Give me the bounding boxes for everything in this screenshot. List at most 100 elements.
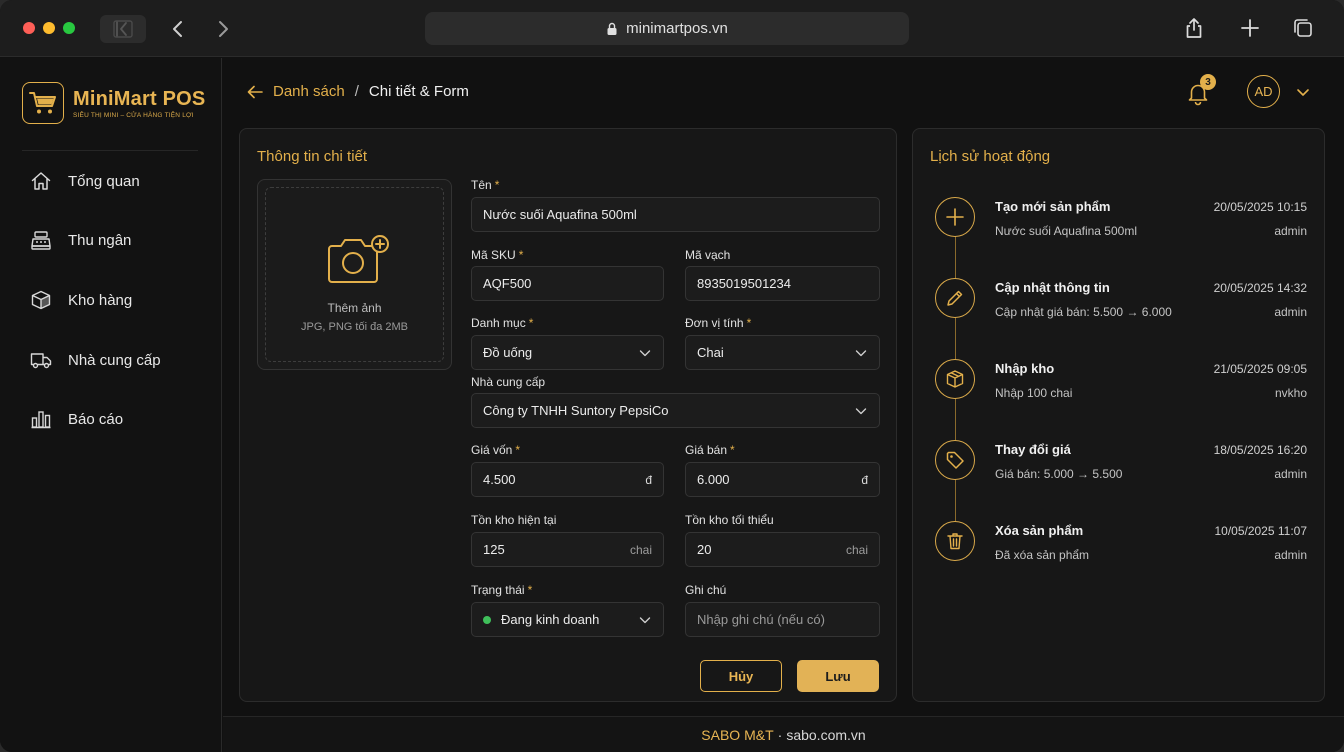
maximize-window-button[interactable] bbox=[63, 22, 75, 34]
image-upload-area[interactable]: Thêm ảnh JPG, PNG tối đa 2MB bbox=[257, 179, 452, 370]
page-header: Danh sách / Chi tiết & Form 3 AD bbox=[223, 58, 1344, 126]
currency-suffix: đ bbox=[861, 472, 868, 487]
footer: SABO M&T · sabo.com.vn bbox=[223, 716, 1344, 752]
forward-button[interactable] bbox=[211, 17, 235, 41]
activity-history-panel: Lịch sử hoạt động Tạo mới sản phẩm 20/05… bbox=[912, 128, 1325, 702]
divider bbox=[22, 150, 198, 151]
timeline-marker bbox=[935, 359, 975, 399]
timeline-user: admin bbox=[1274, 467, 1307, 481]
timeline-title: Cập nhật thông tin bbox=[995, 280, 1110, 295]
notification-count-badge: 3 bbox=[1200, 74, 1216, 90]
timeline-item: Thay đổi giá 18/05/2025 16:20 Giá bán: 5… bbox=[913, 440, 1326, 500]
share-button[interactable] bbox=[1182, 16, 1206, 40]
sidebar-item-cashier[interactable]: Thu ngân bbox=[22, 220, 202, 260]
supplier-value: Công ty TNHH Suntory PepsiCo bbox=[483, 403, 669, 418]
stock-current-label: Tồn kho hiện tại bbox=[471, 513, 557, 527]
address-bar[interactable]: minimartpos.vn bbox=[425, 12, 909, 45]
tab-overview-button[interactable] bbox=[1291, 16, 1315, 40]
required-mark: * bbox=[494, 178, 500, 192]
sale-price-input[interactable]: 6.000 đ bbox=[685, 462, 880, 497]
sidebar-toggle-button[interactable] bbox=[100, 15, 146, 43]
unit-label: Đơn vị tính * bbox=[685, 316, 752, 330]
unit-suffix: chai bbox=[629, 542, 652, 557]
sku-label: Mã SKU * bbox=[471, 248, 524, 262]
avatar[interactable]: AD bbox=[1247, 75, 1280, 108]
cost-price-input[interactable]: 4.500 đ bbox=[471, 462, 664, 497]
tabs-icon bbox=[1294, 19, 1312, 37]
cancel-button[interactable]: Hủy bbox=[700, 660, 782, 692]
new-tab-button[interactable] bbox=[1238, 16, 1262, 40]
sidebar-item-label: Thu ngân bbox=[68, 231, 132, 249]
footer-site-link[interactable]: sabo.com.vn bbox=[786, 727, 865, 743]
footer-separator: · bbox=[777, 726, 783, 743]
barcode-input[interactable]: 8935019501234 bbox=[685, 266, 880, 301]
sidebar-item-suppliers[interactable]: Nhà cung cấp bbox=[22, 340, 202, 380]
app-name: MiniMart POS bbox=[73, 88, 206, 110]
category-select[interactable]: Đồ uống bbox=[471, 335, 664, 370]
timeline-user: admin bbox=[1274, 305, 1307, 319]
required-mark: * bbox=[515, 443, 521, 457]
share-icon bbox=[1186, 18, 1202, 38]
box-icon bbox=[31, 290, 51, 310]
stock-current-input[interactable]: 125 chai bbox=[471, 532, 664, 567]
product-detail-panel: Thông tin chi tiết Thêm ảnh JPG, PNG tối… bbox=[239, 128, 897, 702]
timeline-desc: Nhập 100 chai bbox=[995, 386, 1073, 400]
sidebar-item-label: Báo cáo bbox=[68, 410, 124, 428]
sidebar-item-overview[interactable]: Tổng quan bbox=[22, 161, 202, 201]
timeline-title: Thay đổi giá bbox=[995, 442, 1071, 457]
timeline-desc: Đã xóa sản phẩm bbox=[995, 548, 1090, 562]
timeline-user: admin bbox=[1274, 224, 1307, 238]
camera-add-icon bbox=[328, 235, 389, 283]
shopping-cart-icon bbox=[29, 92, 56, 114]
timeline-title: Xóa sản phẩm bbox=[995, 523, 1084, 538]
chevron-down-icon bbox=[855, 407, 867, 414]
timeline-item: Tạo mới sản phẩm 20/05/2025 10:15 Nước s… bbox=[913, 197, 1326, 257]
timeline-title: Nhập kho bbox=[995, 361, 1055, 376]
close-window-button[interactable] bbox=[23, 22, 35, 34]
sale-price-value: 6.000 bbox=[697, 472, 730, 487]
status-select[interactable]: Đang kinh doanh bbox=[471, 602, 664, 637]
cost-price-label: Giá vốn * bbox=[471, 443, 521, 457]
timeline-time: 20/05/2025 10:15 bbox=[1213, 200, 1307, 214]
product-name-input[interactable]: Nước suối Aquafina 500ml bbox=[471, 197, 880, 232]
plus-icon bbox=[946, 208, 964, 226]
trash-icon bbox=[947, 533, 963, 550]
sku-input[interactable]: AQF500 bbox=[471, 266, 664, 301]
supplier-select[interactable]: Công ty TNHH Suntory PepsiCo bbox=[471, 393, 880, 428]
timeline-time: 18/05/2025 16:20 bbox=[1213, 443, 1307, 457]
arrow-left-icon[interactable] bbox=[247, 85, 263, 99]
unit-select[interactable]: Chai bbox=[685, 335, 880, 370]
cash-register-icon bbox=[31, 231, 51, 250]
back-button[interactable] bbox=[166, 17, 190, 41]
sale-price-label: Giá bán * bbox=[685, 443, 735, 457]
home-icon bbox=[31, 172, 51, 190]
minimize-window-button[interactable] bbox=[43, 22, 55, 34]
chevron-down-icon bbox=[639, 349, 651, 356]
required-mark: * bbox=[527, 583, 533, 597]
bar-chart-icon bbox=[31, 411, 51, 429]
account-menu-toggle[interactable] bbox=[1295, 84, 1311, 100]
unit-suffix: chai bbox=[845, 542, 868, 557]
note-textarea[interactable]: Nhập ghi chú (nếu có) bbox=[685, 602, 880, 637]
timeline-desc: Nước suối Aquafina 500ml bbox=[995, 224, 1137, 238]
sidebar-item-reports[interactable]: Báo cáo bbox=[22, 399, 202, 439]
name-label: Tên * bbox=[471, 178, 500, 192]
note-placeholder: Nhập ghi chú (nếu có) bbox=[697, 612, 825, 627]
footer-brand: SABO M&T bbox=[701, 726, 774, 743]
stock-min-label: Tồn kho tối thiểu bbox=[685, 513, 774, 527]
chevron-right-icon bbox=[219, 21, 228, 37]
stock-min-input[interactable]: 20 chai bbox=[685, 532, 880, 567]
sidebar-item-inventory[interactable]: Kho hàng bbox=[22, 280, 202, 320]
status-dot bbox=[483, 615, 491, 624]
timeline-time: 10/05/2025 11:07 bbox=[1214, 524, 1307, 538]
timeline-item: Xóa sản phẩm 10/05/2025 11:07 Đã xóa sản… bbox=[913, 521, 1326, 581]
url-text: minimartpos.vn bbox=[626, 20, 728, 37]
note-label: Ghi chú bbox=[685, 583, 727, 597]
required-mark: * bbox=[746, 316, 752, 330]
required-mark: * bbox=[518, 248, 524, 262]
save-button[interactable]: Lưu bbox=[797, 660, 879, 692]
pencil-icon bbox=[947, 290, 963, 306]
price-tag-icon bbox=[946, 451, 964, 469]
sidebar-toggle-icon bbox=[113, 20, 133, 38]
breadcrumb-back-link[interactable]: Danh sách bbox=[273, 83, 345, 100]
